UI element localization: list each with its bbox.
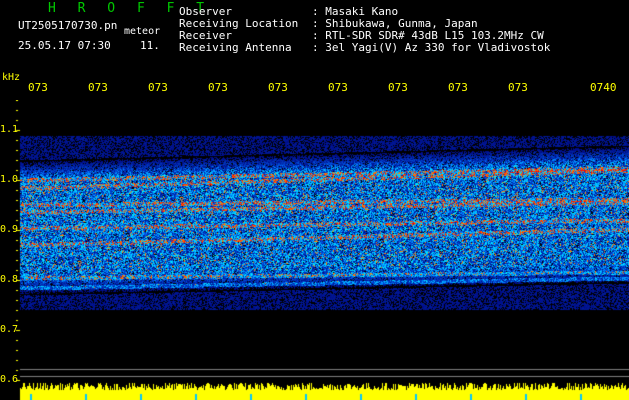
y-tick-label: 0.8 <box>0 274 19 285</box>
x-tick-label: 073 <box>508 81 528 94</box>
y-tick-label: 1.1 <box>0 124 19 135</box>
meteor-count: 11. <box>140 39 160 52</box>
antenna-key: Receiving Antenna <box>179 41 292 54</box>
x-tick-label: 073 <box>328 81 348 94</box>
y-tick-label: 1.0 <box>0 174 19 185</box>
x-tick-label: 073 <box>148 81 168 94</box>
x-tick-label: 073 <box>208 81 228 94</box>
spectrogram <box>0 100 629 400</box>
x-tick-label: 073 <box>28 81 48 94</box>
x-tick-label: 0740 <box>590 81 617 94</box>
x-tick-label: 073 <box>448 81 468 94</box>
x-tick-label: 073 <box>88 81 108 94</box>
y-tick-label: 0.6 <box>0 374 19 385</box>
y-tick-label: 0.7 <box>0 324 19 335</box>
x-tick-label: 073 <box>268 81 288 94</box>
x-tick-label: 073 <box>388 81 408 94</box>
date-time: 25.05.17 07:30 <box>18 39 111 52</box>
meteor-label: meteor <box>124 26 161 37</box>
antenna-value: : 3el Yagi(V) Az 330 for Vladivostok <box>312 41 551 54</box>
y-axis-label: kHz <box>2 72 21 83</box>
y-tick-label: 0.9 <box>0 224 19 235</box>
file-name: UT2505170730.pn <box>18 19 118 32</box>
